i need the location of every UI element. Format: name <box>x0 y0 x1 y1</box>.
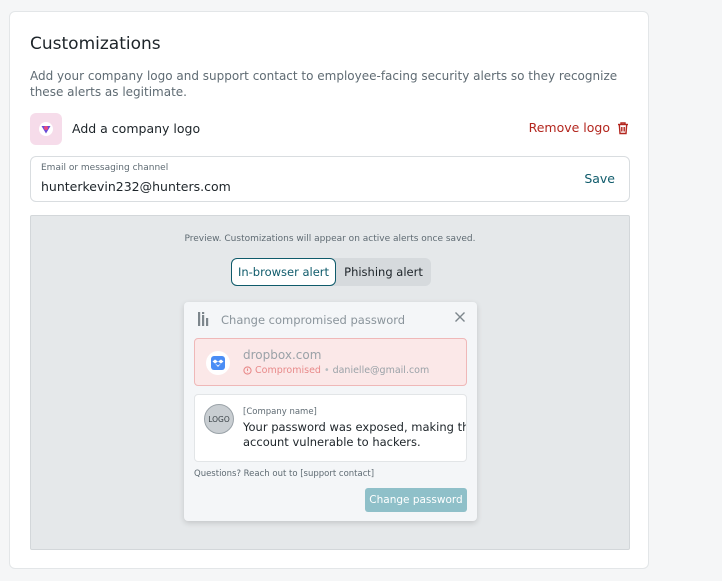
add-logo-label[interactable]: Add a company logo <box>72 121 200 136</box>
alert-preview: Preview. Customizations will appear on a… <box>30 215 630 550</box>
site-status: Compromised • danielle@gmail.com <box>243 365 429 376</box>
alert-header: Change compromised password <box>184 302 477 336</box>
section-description: Add your company logo and support contac… <box>30 69 618 99</box>
contact-input[interactable] <box>41 177 521 195</box>
remove-logo-button[interactable]: Remove logo <box>529 120 630 135</box>
company-logo-placeholder: LOGO <box>204 404 234 434</box>
dropbox-glyph <box>211 356 225 370</box>
tab-in-browser-alert[interactable]: In-browser alert <box>231 258 336 286</box>
section-title: Customizations <box>30 34 161 54</box>
alert-type-toggle: In-browser alert Phishing alert <box>231 258 431 286</box>
contact-field[interactable]: Email or messaging channel Save <box>30 156 630 202</box>
account-email: danielle@gmail.com <box>332 365 430 376</box>
alert-title: Change compromised password <box>221 313 406 327</box>
support-contact-text: Questions? Reach out to [support contact… <box>194 469 375 479</box>
company-logo-icon <box>39 122 53 136</box>
trash-icon <box>618 121 628 134</box>
logo-row: Add a company logo Remove logo <box>30 113 630 145</box>
brand-logo-icon <box>198 312 209 326</box>
tab-phishing-alert[interactable]: Phishing alert <box>336 258 431 286</box>
company-name-placeholder: [Company name] <box>243 407 317 417</box>
message-box: LOGO [Company name] Your password was ex… <box>194 394 467 462</box>
compromised-site-box: dropbox.com Compromised • danielle@gmail… <box>194 338 467 386</box>
save-button[interactable]: Save <box>584 171 615 186</box>
contact-field-label: Email or messaging channel <box>41 163 169 173</box>
dropbox-icon <box>206 351 230 375</box>
remove-logo-label: Remove logo <box>528 120 610 135</box>
change-password-button[interactable]: Change password <box>365 488 467 512</box>
alert-message-line-2: account vulnerable to hackers. <box>243 435 421 449</box>
site-name: dropbox.com <box>243 348 322 362</box>
alert-message-line-1: Your password was exposed, making this <box>243 420 467 434</box>
customizations-card: Customizations Add your company logo and… <box>9 11 649 569</box>
warning-circle-icon <box>243 366 252 375</box>
status-separator: • <box>323 365 330 376</box>
company-logo-thumbnail[interactable] <box>30 113 62 145</box>
close-icon[interactable] <box>454 311 466 323</box>
alert-message: Your password was exposed, making this a… <box>243 420 467 450</box>
preview-note: Preview. Customizations will appear on a… <box>184 234 476 244</box>
alert-card: Change compromised password dropbox.com <box>184 302 477 521</box>
status-label: Compromised <box>255 365 321 376</box>
